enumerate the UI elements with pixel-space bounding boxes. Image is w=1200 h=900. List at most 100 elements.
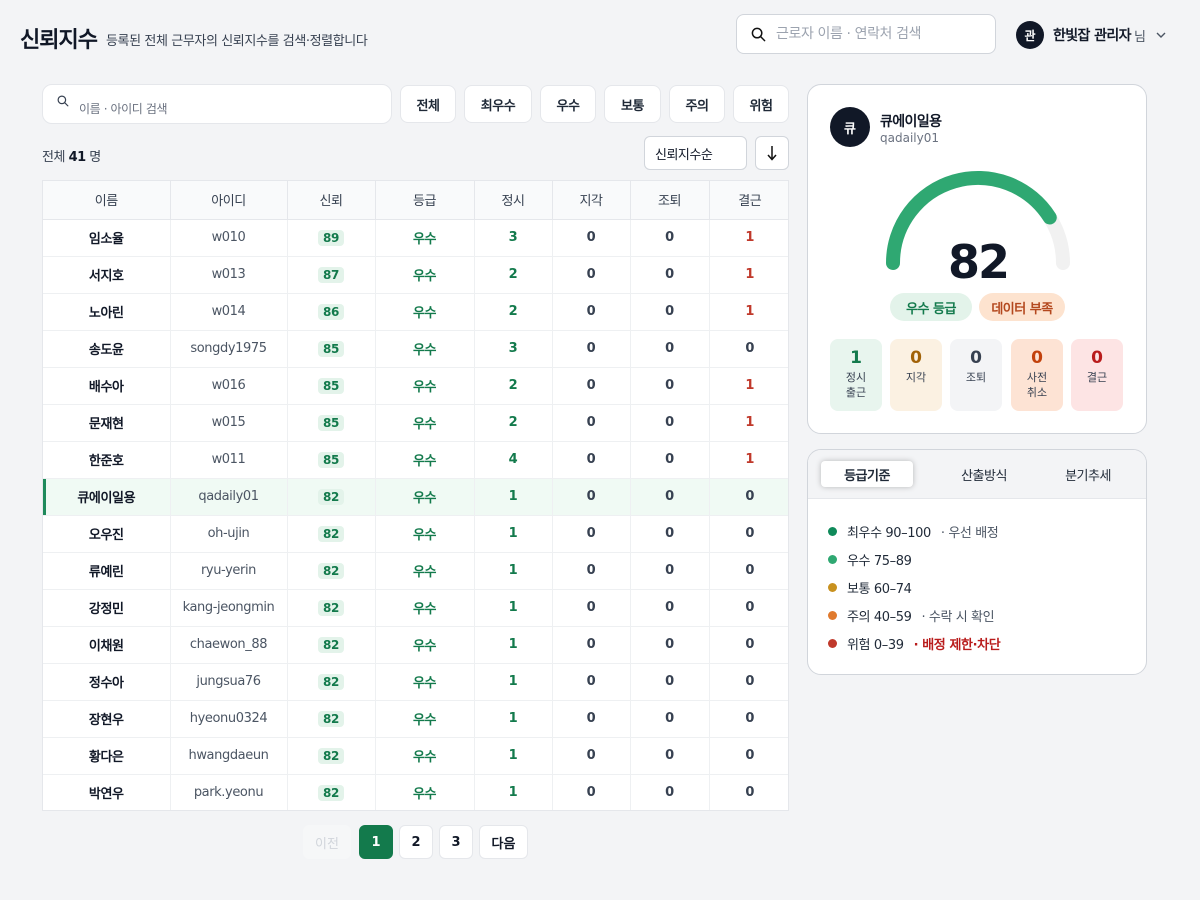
worker-name-cell: 송도윤 <box>43 330 171 368</box>
column-header[interactable]: 결근 <box>709 181 788 220</box>
criteria-item: 보통 60–74 <box>828 577 912 597</box>
column-header[interactable]: 등급 <box>375 181 475 220</box>
user-suffix: 님 <box>1133 29 1146 45</box>
worker-search-box[interactable] <box>736 14 996 54</box>
grade-dot-icon <box>828 582 837 592</box>
sort-select[interactable]: 신뢰지수순 <box>644 136 747 170</box>
worker-name-cell: 문재현 <box>43 404 171 442</box>
criteria-label: 우수 75–89 <box>847 553 912 569</box>
filter-normal-button[interactable]: 보통 <box>604 85 661 123</box>
filter-excellent-button[interactable]: 최우수 <box>464 85 532 123</box>
filter-caution-button[interactable]: 주의 <box>669 85 725 123</box>
absence-count-cell: 0 <box>709 552 788 590</box>
tab-calculation-method[interactable]: 산출방식 <box>930 461 1038 487</box>
ontime-count-cell: 3 <box>474 330 553 368</box>
search-icon <box>57 95 69 107</box>
worker-table: 이름 아이디 신뢰 등급 정시 지각 조퇴 결근 임소율 w010 89 우수 3 0 0 1 서지호 w013… <box>42 180 789 811</box>
table-row[interactable]: 강정민 kang-jeongmin 82 우수 1 0 0 0 <box>43 589 788 627</box>
grade-cell: 우수 <box>375 367 475 405</box>
table-row[interactable]: 문재현 w015 85 우수 2 0 0 1 <box>43 404 788 442</box>
table-row[interactable]: 송도윤 songdy1975 85 우수 3 0 0 0 <box>43 330 788 368</box>
worker-search-input[interactable] <box>776 26 976 42</box>
criteria-item: 주의 40–59 · 수락 시 확인 <box>828 605 995 625</box>
absence-count-cell: 1 <box>709 293 788 331</box>
pagination-page-3[interactable]: 3 <box>439 825 473 859</box>
column-header[interactable]: 이름 <box>43 181 171 220</box>
ontime-count-cell: 1 <box>474 700 553 738</box>
column-header[interactable]: 신뢰 <box>287 181 376 220</box>
trust-score-badge: 87 <box>318 266 344 283</box>
table-row[interactable]: 한준호 w011 85 우수 4 0 0 1 <box>43 441 788 479</box>
absence-count-cell: 0 <box>709 663 788 701</box>
column-header[interactable]: 지각 <box>552 181 631 220</box>
filter-good-button[interactable]: 우수 <box>540 85 596 123</box>
worker-id-cell: songdy1975 <box>170 330 288 368</box>
early-leave-count-cell: 0 <box>630 515 710 553</box>
grade-cell: 우수 <box>375 256 475 294</box>
tab-quarter-trend[interactable]: 분기추세 <box>1034 461 1142 487</box>
table-row[interactable]: 이채원 chaewon_88 82 우수 1 0 0 0 <box>43 626 788 664</box>
sort-direction-button[interactable] <box>755 136 789 170</box>
table-row[interactable]: 박연우 park.yeonu 82 우수 1 0 0 0 <box>43 774 788 810</box>
table-row[interactable]: 류예린 ryu-yerin 82 우수 1 0 0 0 <box>43 552 788 590</box>
worker-id-cell: hwangdaeun <box>170 737 288 775</box>
ontime-count-cell: 1 <box>474 663 553 701</box>
trust-score-badge: 85 <box>318 451 344 468</box>
profile-id: qadaily01 <box>880 131 939 145</box>
worker-profile-card: 큐 큐에이일용 qadaily01 82 우수 등급 데이터 부족 1 정시 출근… <box>807 84 1147 434</box>
chevron-down-icon[interactable] <box>1156 32 1166 38</box>
arrow-down-icon <box>767 146 777 161</box>
grade-dot-icon <box>828 610 837 620</box>
filter-risk-button[interactable]: 위험 <box>733 85 789 123</box>
ontime-count-cell: 1 <box>474 774 553 810</box>
absence-count-cell: 0 <box>709 515 788 553</box>
trust-score-badge: 82 <box>318 599 344 616</box>
column-header[interactable]: 아이디 <box>170 181 288 220</box>
table-row[interactable]: 황다은 hwangdaeun 82 우수 1 0 0 0 <box>43 737 788 775</box>
early-leave-count-cell: 0 <box>630 700 710 738</box>
stat-label: 결근 <box>1086 371 1108 384</box>
early-leave-count-cell: 0 <box>630 626 710 664</box>
tab-grade-criteria[interactable]: 등급기준 <box>821 461 913 487</box>
grade-cell: 우수 <box>375 478 475 516</box>
worker-id-cell: ryu-yerin <box>170 552 288 590</box>
filter-all-button[interactable]: 전체 <box>400 85 456 123</box>
table-row[interactable]: 오우진 oh-ujin 82 우수 1 0 0 0 <box>43 515 788 553</box>
page-subtitle: 등록된 전체 근무자의 신뢰지수를 검색·정렬합니다 <box>106 34 368 49</box>
list-search-input[interactable] <box>79 102 379 116</box>
absence-count-cell: 0 <box>709 478 788 516</box>
table-row[interactable]: 서지호 w013 87 우수 2 0 0 1 <box>43 256 788 294</box>
stat-label: 정시 출근 <box>845 371 867 399</box>
worker-name-cell: 한준호 <box>43 441 171 479</box>
trust-score-cell: 82 <box>287 774 376 810</box>
trust-score-badge: 82 <box>318 636 344 653</box>
table-row[interactable]: 큐에이일용 qadaily01 82 우수 1 0 0 0 <box>43 478 788 516</box>
table-row[interactable]: 임소율 w010 89 우수 3 0 0 1 <box>43 219 788 257</box>
worker-name-cell: 정수아 <box>43 663 171 701</box>
pagination-page-1[interactable]: 1 <box>359 825 393 859</box>
list-search-box[interactable] <box>42 84 392 124</box>
late-count-cell: 0 <box>552 552 631 590</box>
pagination-prev-button[interactable]: 이전 <box>303 825 351 859</box>
table-row[interactable]: 배수아 w016 85 우수 2 0 0 1 <box>43 367 788 405</box>
table-row[interactable]: 장현우 hyeonu0324 82 우수 1 0 0 0 <box>43 700 788 738</box>
user-menu[interactable]: 관 한빛잡 관리자 님 <box>1016 20 1166 50</box>
table-row[interactable]: 정수아 jungsua76 82 우수 1 0 0 0 <box>43 663 788 701</box>
worker-name-cell: 오우진 <box>43 515 171 553</box>
pagination-next-button[interactable]: 다음 <box>479 825 528 859</box>
stat-box: 0 지각 <box>890 339 942 411</box>
profile-name: 큐에이일용 <box>880 114 942 130</box>
result-count: 전체 41 명 <box>42 146 101 165</box>
worker-name-cell: 류예린 <box>43 552 171 590</box>
table-row[interactable]: 노아린 w014 86 우수 2 0 0 1 <box>43 293 788 331</box>
criteria-item: 우수 75–89 <box>828 549 912 569</box>
grade-cell: 우수 <box>375 441 475 479</box>
early-leave-count-cell: 0 <box>630 552 710 590</box>
grade-dot-icon <box>828 638 837 648</box>
column-header[interactable]: 조퇴 <box>630 181 710 220</box>
pagination-page-2[interactable]: 2 <box>399 825 433 859</box>
late-count-cell: 0 <box>552 441 631 479</box>
column-header[interactable]: 정시 <box>474 181 553 220</box>
ontime-count-cell: 4 <box>474 441 553 479</box>
criteria-label: 최우수 90–100 <box>847 525 931 541</box>
